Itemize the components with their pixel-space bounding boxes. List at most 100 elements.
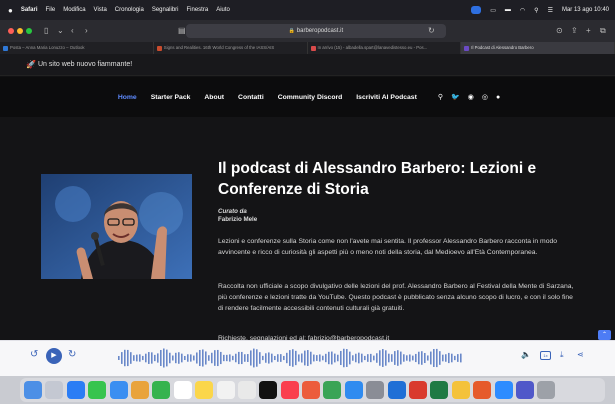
share-icon[interactable]: ⇪ xyxy=(571,25,578,37)
trash-icon[interactable] xyxy=(537,381,556,399)
instagram-icon[interactable]: ◎ xyxy=(482,93,488,101)
menu-app-name[interactable]: Safari xyxy=(21,7,38,13)
tab-mail[interactable]: In arrivo (15) - albadella.spart@lanaved… xyxy=(308,42,462,54)
wifi-icon[interactable]: ◠ xyxy=(520,7,525,14)
finder-icon[interactable] xyxy=(24,381,42,399)
new-tab-icon[interactable]: + xyxy=(586,25,591,37)
waveform-bar xyxy=(262,355,264,361)
photos-icon[interactable] xyxy=(130,381,149,399)
menu-aiuto[interactable]: Aiuto xyxy=(216,7,230,13)
waveform-bar xyxy=(268,352,270,364)
tab-overview-icon[interactable]: ⧉ xyxy=(600,25,606,37)
spotlight-search-icon[interactable]: ⚲ xyxy=(534,7,538,14)
word-icon[interactable] xyxy=(387,381,406,399)
nav-about[interactable]: About xyxy=(204,94,224,101)
waveform-bar xyxy=(388,353,390,363)
menu-finestra[interactable]: Finestra xyxy=(187,7,209,13)
system-settings-icon[interactable] xyxy=(366,381,385,399)
menu-clock[interactable]: Mar 13 ago 10:40 xyxy=(562,7,609,13)
sidebar-chevron-icon[interactable]: ⌄ xyxy=(57,25,64,37)
volume-icon[interactable]: 🔈 xyxy=(521,350,531,359)
waveform-bar xyxy=(133,355,135,361)
minimize-window-button[interactable] xyxy=(17,28,23,34)
waveform-bar xyxy=(118,356,120,360)
share-episode-icon[interactable]: ⋖ xyxy=(577,350,584,359)
curator-name: Fabrizio Mele xyxy=(218,216,258,223)
mail-icon[interactable] xyxy=(109,381,128,399)
nav-contatti[interactable]: Contatti xyxy=(238,94,264,101)
nav-home[interactable]: Home xyxy=(118,94,137,101)
numbers-icon[interactable] xyxy=(323,381,342,399)
tab-barbero-podcast[interactable]: Il Podcast di Alessandro Barbero xyxy=(461,42,615,54)
nav-starter-pack[interactable]: Starter Pack xyxy=(151,94,191,101)
forward-icon[interactable]: › xyxy=(85,25,88,37)
download-episode-icon[interactable]: ⤓ xyxy=(560,350,564,360)
waveform-bar xyxy=(460,353,462,363)
reload-icon[interactable]: ↻ xyxy=(428,25,435,37)
menu-file[interactable]: File xyxy=(46,7,56,13)
tab-iass-congress[interactable]: Signs and Realities. 16th World Congress… xyxy=(154,42,308,54)
calendar-icon[interactable] xyxy=(173,381,192,399)
menu-segnalibri[interactable]: Segnalibri xyxy=(152,7,179,13)
launchpad-icon[interactable] xyxy=(45,381,64,399)
apple-logo-icon[interactable]: ● xyxy=(8,6,13,15)
waveform-bar xyxy=(349,351,351,365)
waveform-bar xyxy=(316,355,318,361)
waveform-bar xyxy=(121,352,123,364)
app-status-icon[interactable] xyxy=(471,6,482,14)
zoom-window-button[interactable] xyxy=(26,28,32,34)
control-center-icon[interactable]: ☰ xyxy=(548,7,553,14)
search-icon[interactable]: ⚲ xyxy=(438,93,443,101)
zoom-icon[interactable] xyxy=(494,381,513,399)
freeform-icon[interactable] xyxy=(237,381,256,399)
twitter-icon[interactable]: 🐦 xyxy=(451,93,460,101)
play-button[interactable]: ▶ xyxy=(46,348,62,364)
announcement-bar[interactable]: 🚀 Un sito web nuovo fiammante! xyxy=(0,54,615,76)
discord-icon[interactable]: ◉ xyxy=(468,93,474,101)
rewind-15-button[interactable]: ↺ xyxy=(30,349,38,361)
congress-favicon-icon xyxy=(156,46,162,51)
waveform-bar xyxy=(385,350,387,366)
app-store-icon[interactable] xyxy=(344,381,363,399)
messages-icon[interactable] xyxy=(88,381,107,399)
address-bar[interactable]: 🔒 barberopodcast.it xyxy=(186,24,446,38)
forward-30-button[interactable]: ↻ xyxy=(68,349,76,361)
battery-icon[interactable]: ▬ xyxy=(505,7,511,13)
nav-community-discord[interactable]: Community Discord xyxy=(278,94,343,101)
waveform-bar xyxy=(277,354,279,362)
nav-iscriviti[interactable]: Iscriviti Al Podcast xyxy=(356,94,417,101)
podcasts-icon[interactable] xyxy=(302,381,321,399)
reminders-icon[interactable] xyxy=(216,381,235,399)
screen: ● Safari File Modifica Vista Cronologia … xyxy=(0,0,615,404)
teams-icon[interactable] xyxy=(515,381,534,399)
tab-outlook[interactable]: Posta – Anna Maria Lonuzzo – Outlook xyxy=(0,42,154,54)
menu-cronologia[interactable]: Cronologia xyxy=(115,7,144,13)
safari-icon[interactable] xyxy=(66,381,85,399)
notes-icon[interactable] xyxy=(195,381,214,399)
back-icon[interactable]: ‹ xyxy=(71,25,74,37)
scroll-to-top-button[interactable]: ⌃ xyxy=(598,330,611,340)
facetime-icon[interactable] xyxy=(152,381,171,399)
macos-menu-bar: ● Safari File Modifica Vista Cronologia … xyxy=(0,0,615,20)
download-icon[interactable]: ⊙ xyxy=(556,25,563,37)
acrobat-icon[interactable] xyxy=(409,381,428,399)
playback-speed-button[interactable]: 1x xyxy=(540,351,551,360)
waveform-bar xyxy=(247,354,249,362)
sidebar-icon[interactable]: ▯ xyxy=(44,25,48,37)
excel-icon[interactable] xyxy=(430,381,449,399)
audio-waveform[interactable] xyxy=(118,345,463,371)
page-menu-icon[interactable]: ▤ xyxy=(178,25,186,37)
firefox-icon[interactable] xyxy=(473,381,492,399)
waveform-bar xyxy=(139,354,141,362)
waveform-bar xyxy=(373,355,375,361)
close-window-button[interactable] xyxy=(8,28,14,34)
waveform-bar xyxy=(346,349,348,367)
chrome-icon[interactable] xyxy=(451,381,470,399)
keyboard-icon[interactable]: ▭ xyxy=(490,7,496,14)
menu-vista[interactable]: Vista xyxy=(94,7,107,13)
facebook-icon[interactable]: ● xyxy=(496,94,500,101)
menu-modifica[interactable]: Modifica xyxy=(63,7,85,13)
waveform-bar xyxy=(211,352,213,364)
music-icon[interactable] xyxy=(280,381,299,399)
apple-tv-icon[interactable] xyxy=(259,381,278,399)
